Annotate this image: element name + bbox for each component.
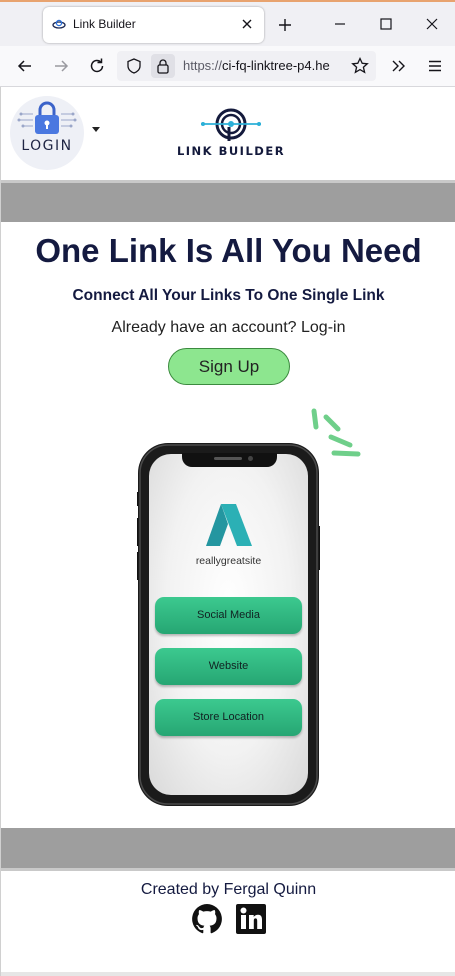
url-bar[interactable]: https://ci-fq-linktree-p4.he [117, 51, 376, 81]
minimize-icon[interactable] [330, 14, 350, 34]
phone-link-website[interactable]: Website [155, 648, 302, 685]
navigation-toolbar: https://ci-fq-linktree-p4.he [0, 46, 455, 87]
github-icon[interactable] [191, 903, 223, 935]
overflow-chevrons-icon[interactable] [389, 56, 409, 76]
phone-notch [182, 453, 277, 467]
brand-logo[interactable]: LINK BUILDER [171, 107, 291, 162]
tab-title: Link Builder [73, 17, 136, 31]
bookmark-star-icon[interactable] [350, 56, 370, 76]
page-bottom-edge [1, 972, 455, 976]
lock-icon [157, 59, 169, 74]
banner-strip-bottom [1, 828, 455, 871]
site-favicon-icon [52, 19, 66, 29]
phone-screen: reallygreatsite Social Media Website Sto… [149, 454, 308, 795]
shield-icon[interactable] [125, 57, 143, 75]
close-window-icon[interactable] [422, 14, 442, 34]
site-header: LOGIN LINK BUILDER [1, 87, 455, 180]
tab-bar: Link Builder [0, 2, 455, 46]
footer-credit: Created by Fergal Quinn [140, 881, 317, 898]
lock-button[interactable] [151, 54, 175, 78]
reload-icon[interactable] [87, 56, 107, 76]
tab-link-builder[interactable]: Link Builder [43, 7, 264, 43]
link-builder-logo-icon [201, 108, 261, 141]
linkedin-icon[interactable] [235, 903, 267, 935]
back-arrow-icon[interactable] [15, 56, 35, 76]
hero-subtitle: Connect All Your Links To One Single Lin… [72, 287, 385, 304]
web-page: LOGIN LINK BUILDER One Link Is All You N… [0, 87, 455, 976]
forward-arrow-icon[interactable] [51, 56, 71, 76]
login-prompt-link[interactable]: Already have an account? Log-in [1, 319, 455, 337]
hero-title: One Link Is All You Need [35, 232, 422, 269]
new-tab-icon[interactable] [276, 16, 294, 34]
phone-link-store-location[interactable]: Store Location [155, 699, 302, 736]
padlock-circuit-icon [17, 101, 77, 134]
login-label: LOGIN [21, 138, 73, 154]
login-logo-button[interactable]: LOGIN [10, 96, 84, 170]
site-a-logo-icon [206, 504, 252, 546]
brand-name: LINK BUILDER [176, 144, 286, 158]
hamburger-menu-icon[interactable] [425, 56, 445, 76]
banner-strip-top [1, 180, 455, 222]
phone-site-name: reallygreatsite [195, 555, 262, 567]
login-dropdown-caret-icon[interactable] [92, 127, 100, 132]
close-tab-icon[interactable] [238, 15, 256, 33]
maximize-icon[interactable] [376, 14, 396, 34]
url-text: https://ci-fq-linktree-p4.he [183, 58, 330, 73]
sign-up-button[interactable]: Sign Up [168, 348, 290, 385]
phone-speaker [214, 457, 242, 460]
phone-camera-icon [248, 456, 253, 461]
phone-illustration: reallygreatsite Social Media Website Sto… [131, 405, 371, 810]
phone-link-social-media[interactable]: Social Media [155, 597, 302, 634]
